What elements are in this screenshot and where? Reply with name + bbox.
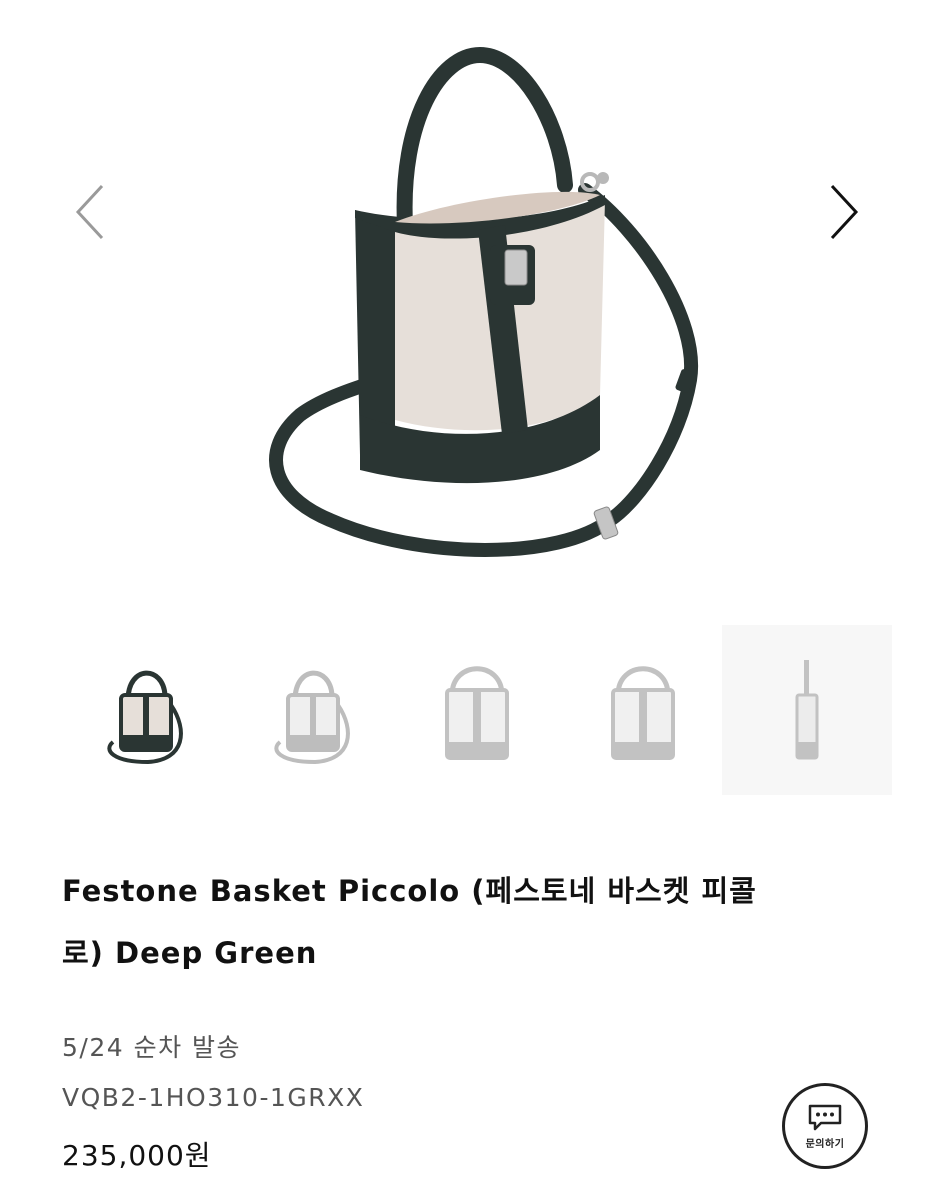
next-image-button[interactable] bbox=[824, 180, 884, 250]
bag-thumbnail-icon bbox=[795, 660, 819, 760]
product-hero-image bbox=[0, 0, 951, 620]
thumbnail-1[interactable] bbox=[63, 625, 233, 795]
product-title-line-1: Festone Basket Piccolo (페스토네 바스켓 피콜 bbox=[62, 874, 757, 908]
product-title-line-2: 로) Deep Green bbox=[62, 936, 318, 970]
thumbnail-strip bbox=[0, 625, 951, 795]
shipping-info: 5/24 순차 발송 bbox=[62, 1033, 242, 1062]
inquiry-button[interactable]: 문의하기 bbox=[782, 1083, 868, 1169]
bag-thumbnail-icon bbox=[107, 670, 183, 765]
chevron-left-icon bbox=[75, 184, 104, 240]
chat-bubble-icon bbox=[808, 1104, 842, 1130]
previous-image-button[interactable] bbox=[70, 180, 130, 250]
thumbnail-5[interactable] bbox=[722, 625, 892, 795]
inquiry-label: 문의하기 bbox=[805, 1138, 845, 1150]
bag-thumbnail-icon bbox=[274, 670, 350, 765]
thumbnail-2[interactable] bbox=[230, 625, 400, 795]
bag-thumbnail-icon bbox=[445, 666, 509, 760]
bag-thumbnail-icon bbox=[611, 666, 675, 760]
thumbnail-4[interactable] bbox=[558, 625, 728, 795]
bag-illustration bbox=[269, 46, 699, 557]
product-title: Festone Basket Piccolo (페스토네 바스켓 피콜 로) D… bbox=[62, 860, 882, 984]
chevron-right-icon bbox=[830, 184, 859, 240]
product-sku: VQB2-1HO310-1GRXX bbox=[62, 1083, 365, 1112]
product-price: 235,000원 bbox=[62, 1139, 212, 1172]
thumbnail-3[interactable] bbox=[392, 625, 562, 795]
